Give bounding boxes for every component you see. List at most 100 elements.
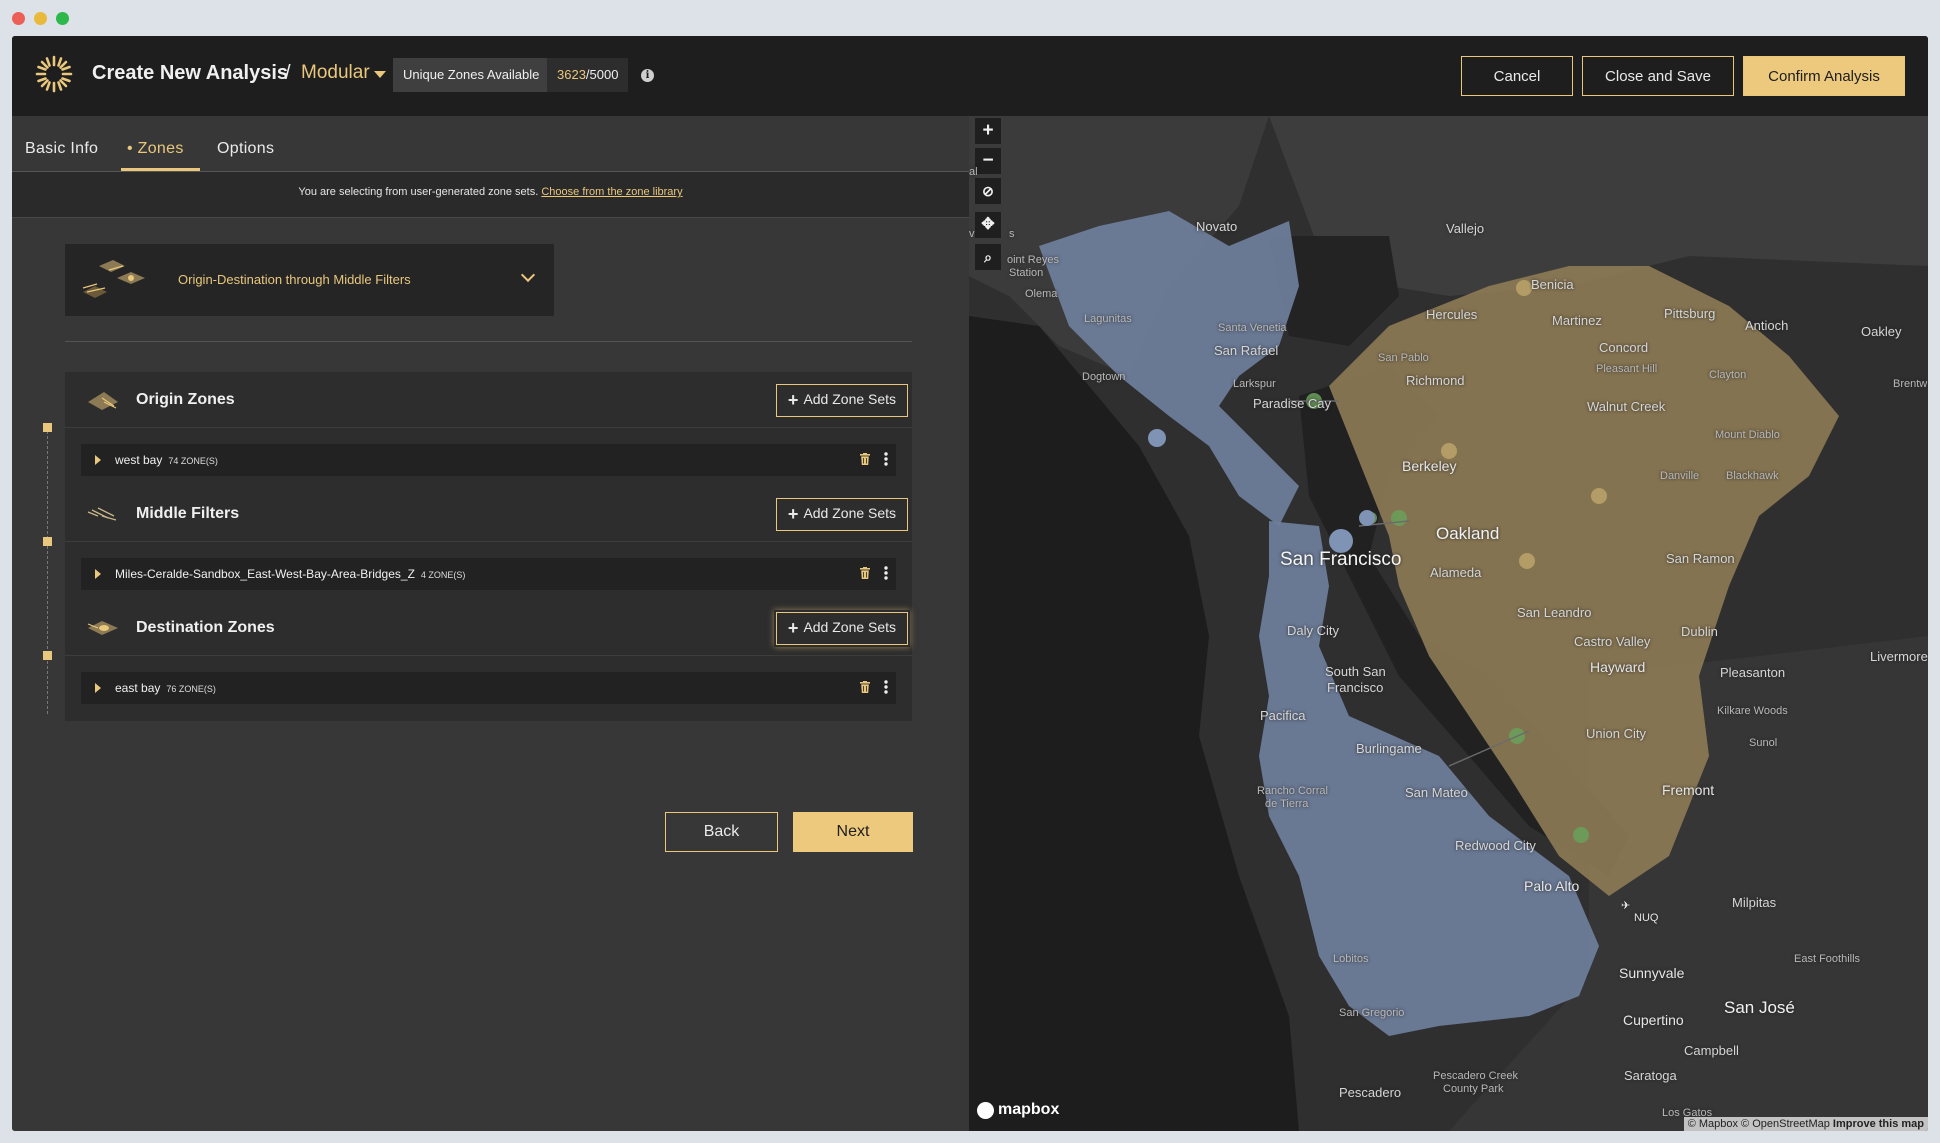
zone-library-link[interactable]: Choose from the zone library [541,186,682,198]
caret-down-icon[interactable] [374,71,386,78]
map-label: Lagunitas [1084,313,1132,325]
zoom-out-button[interactable]: − [975,148,1001,174]
map-label: Station [1009,267,1044,279]
trash-icon[interactable] [860,567,870,579]
zone-count: 76 ZONE(S) [166,684,216,694]
caret-right-icon[interactable] [95,683,101,693]
map-label: Olema [1025,288,1058,300]
map-label: Saratoga [1624,1068,1677,1083]
zone-set-row[interactable]: Miles-Ceralde-Sandbox_East-West-Bay-Area… [81,558,896,590]
map-label: Paradise Cay [1253,396,1332,411]
add-destination-zone-sets-button[interactable]: + Add Zone Sets [776,612,908,645]
map-label: Sunnyvale [1619,965,1685,981]
analysis-type-icon [82,260,145,298]
search-icon[interactable]: ⌕ [975,244,1001,270]
more-options-icon[interactable] [884,452,888,466]
app-window: Create New Analysis / Modular Unique Zon… [12,36,1928,1131]
analysis-mode-dropdown[interactable]: Modular [301,62,370,84]
more-options-icon[interactable] [884,680,888,694]
map-label: Castro Valley [1574,634,1651,649]
destination-zones-section: Destination Zones + Add Zone Sets east ba… [65,600,912,721]
caret-right-icon[interactable] [95,569,101,579]
back-button[interactable]: Back [665,812,778,852]
map-label: Pescadero [1339,1085,1402,1100]
map-label: Blackhawk [1726,470,1779,482]
next-button[interactable]: Next [793,812,913,852]
caret-right-icon[interactable] [95,455,101,465]
add-zone-sets-label: Add Zone Sets [803,391,897,407]
map-label: Redwood City [1455,838,1536,853]
trash-icon[interactable] [860,681,870,693]
confirm-analysis-button[interactable]: Confirm Analysis [1743,56,1905,96]
map-attribution: © Mapbox © OpenStreetMap Improve this ma… [1683,1117,1928,1131]
zone-set-name-line: Miles-Ceralde-Sandbox_East-West-Bay-Area… [115,567,465,581]
map-label: Berkeley [1402,458,1457,474]
map-label: Sunol [1749,737,1778,749]
map-label: al [969,166,978,178]
add-zone-sets-label: Add Zone Sets [803,505,897,521]
close-and-save-button[interactable]: Close and Save [1582,56,1734,96]
map-label: Oakland [1436,524,1500,543]
zone-map[interactable]: + − ⊘ ✥ ⌕ al v s Novato Vallejo oint Rey… [969,116,1928,1131]
info-icon[interactable]: i [641,69,654,82]
move-icon[interactable]: ✥ [975,212,1001,238]
maximize-window-dot[interactable] [56,12,69,25]
mapbox-logo[interactable]: mapbox [977,1101,1059,1119]
map-canvas[interactable] [969,116,1928,1131]
map-label: Benicia [1531,277,1574,292]
zone-set-row[interactable]: east bay 76 ZONE(S) [81,672,896,704]
tab-options[interactable]: Options [217,140,274,168]
map-label: San Leandro [1517,605,1592,620]
top-header: Create New Analysis / Modular Unique Zon… [12,36,1928,116]
map-label: Hayward [1590,659,1646,675]
map-label: Richmond [1406,373,1465,388]
step-marker-middle [43,537,52,546]
trash-icon[interactable] [860,453,870,465]
map-label: Rancho Corral [1257,785,1328,797]
map-label: Kilkare Woods [1717,705,1788,717]
minimize-window-dot[interactable] [34,12,47,25]
attribution-text[interactable]: © Mapbox © OpenStreetMap [1688,1118,1830,1130]
map-label: Danville [1660,470,1700,482]
map-label: Union City [1586,726,1646,741]
map-label: Martinez [1552,313,1602,328]
map-label: Pleasanton [1720,665,1786,680]
map-label: Clayton [1709,369,1747,381]
tab-zones[interactable]: • Zones [121,140,200,171]
map-label: Pescadero Creek [1433,1070,1518,1082]
map-label: Santa Venetia [1218,322,1287,334]
map-label: San Francisco [1280,549,1402,570]
zone-count: 4 ZONE(S) [420,570,466,580]
map-label: Vallejo [1446,221,1485,236]
map-label: East Foothills [1794,953,1861,965]
step-connector [47,431,48,714]
close-window-dot[interactable] [12,12,25,25]
zoom-in-button[interactable]: + [975,118,1001,144]
map-label: San Mateo [1405,785,1468,800]
zone-set-name-line: west bay 74 ZONE(S) [115,453,218,467]
destination-zones-icon [87,621,118,635]
zone-set-row[interactable]: west bay 74 ZONE(S) [81,444,896,476]
map-label: San Gregorio [1339,1007,1405,1019]
compass-icon[interactable]: ⊘ [975,178,1001,204]
more-options-icon[interactable] [884,566,888,580]
section-title: Middle Filters [136,505,240,522]
chevron-down-icon[interactable] [520,267,536,283]
map-label: Pleasant Hill [1596,363,1658,375]
analysis-type-select[interactable]: Origin-Destination through Middle Filter… [65,244,554,316]
map-label: Cupertino [1623,1012,1684,1028]
map-label: Palo Alto [1524,878,1580,894]
cancel-button[interactable]: Cancel [1461,56,1573,96]
zones-used: 3623 [557,67,586,82]
map-label: Campbell [1684,1043,1739,1058]
map-label: Mount Diablo [1715,429,1780,441]
map-label: Pittsburg [1664,306,1716,321]
add-origin-zone-sets-button[interactable]: + Add Zone Sets [776,384,908,417]
tab-bar: Basic Info • Zones Options [12,116,969,172]
map-label: Lobitos [1333,953,1369,965]
map-label: San Rafael [1214,343,1279,358]
add-middle-filter-zone-sets-button[interactable]: + Add Zone Sets [776,498,908,531]
tab-basic-info[interactable]: Basic Info [25,140,98,168]
improve-map-link[interactable]: Improve this map [1833,1118,1924,1130]
map-label: Novato [1196,219,1238,234]
